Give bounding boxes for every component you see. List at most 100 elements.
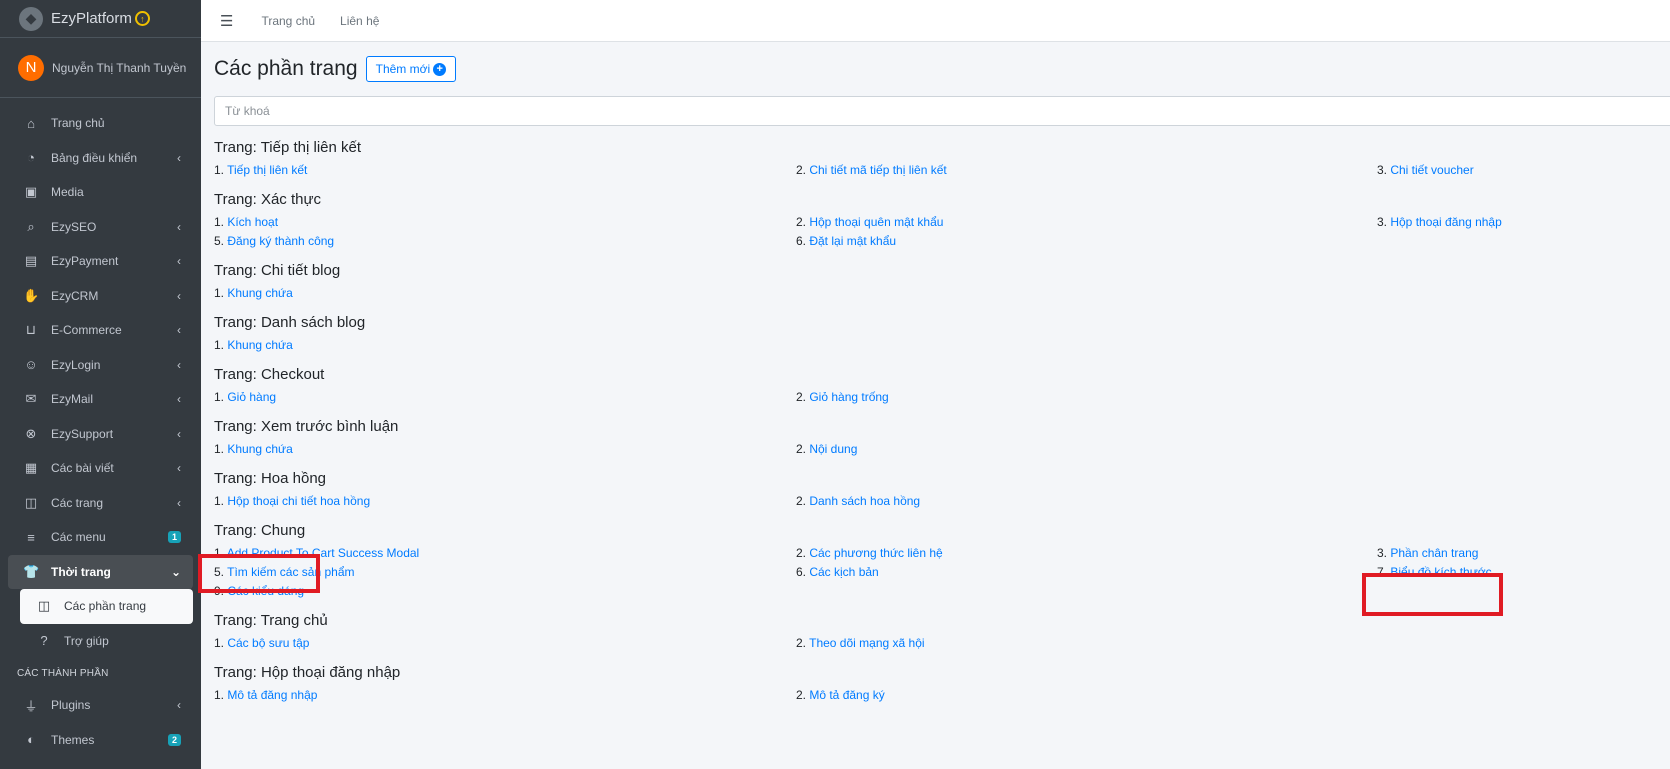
page-fragment-link[interactable]: Add Product To Cart Success Modal <box>227 546 420 560</box>
brand-logo-icon: ◆ <box>19 6 43 31</box>
sidebar-item-ezysupport[interactable]: ⊗ EzySupport ‹ <box>8 417 193 452</box>
page-fragment-link[interactable]: Hộp thoại đăng nhập <box>1390 215 1501 229</box>
list-item: 3. Hộp thoại đăng nhập <box>1377 213 1670 232</box>
page-fragment-link[interactable]: Khung chứa <box>227 338 292 352</box>
sidebar-item-ezycrm[interactable]: ✋ EzyCRM ‹ <box>8 279 193 314</box>
list-item: 5. Tìm kiếm các sản phẩm <box>214 563 796 582</box>
list-item: 2. Hộp thoại quên mật khẩu <box>796 213 1377 232</box>
page-fragment-link[interactable]: Các phương thức liên hệ <box>809 546 942 560</box>
page-fragment-link[interactable]: Nội dung <box>809 442 857 456</box>
list-item: 1. Giỏ hàng <box>214 388 796 407</box>
sidebar-item-e-commerce[interactable]: ⊔ E-Commerce ‹ <box>8 313 193 348</box>
sidebar-item-label: Themes <box>51 732 95 747</box>
sidebar-item-tro-giup[interactable]: ? Trợ giúp <box>20 624 193 659</box>
page-fragment-link[interactable]: Hộp thoại chi tiết hoa hồng <box>227 494 370 508</box>
sidebar: ◆ EzyPlatform ↑ N Nguyễn Thị Thanh Tuyền… <box>0 0 201 769</box>
item-number: 1. <box>214 688 228 702</box>
page-header: Các phần trang Thêm mới + <box>214 42 1670 96</box>
section-items: 1. Các bộ sưu tập 2. Theo dõi mạng xã hội <box>214 634 1670 653</box>
page-fragment-link[interactable]: Theo dõi mạng xã hội <box>809 636 924 650</box>
page-fragment-link[interactable]: Kích hoạt <box>227 215 278 229</box>
sidebar-item-cac-bai-viet[interactable]: ▦ Các bài viết ‹ <box>8 451 193 486</box>
item-number: 1. <box>214 442 228 456</box>
list-item: 2. Các phương thức liên hệ <box>796 544 1377 563</box>
chevron-left-icon: ‹ <box>177 698 181 713</box>
page-fragment-link[interactable]: Chi tiết mã tiếp thị liên kết <box>809 163 946 177</box>
page-fragment-link[interactable]: Tìm kiếm các sản phẩm <box>227 565 354 579</box>
palette-icon: ◐ <box>27 732 35 748</box>
keyword-search-input[interactable] <box>214 96 1670 126</box>
list-item: 2. Mô tả đăng ký <box>796 686 1377 705</box>
sidebar-item-cac-trang[interactable]: ◫ Các trang ‹ <box>8 486 193 521</box>
page-fragment-link[interactable]: Các bộ sưu tập <box>227 636 309 650</box>
sidebar-item-trang-chu[interactable]: ⌂ Trang chủ <box>8 106 193 141</box>
user-lock-icon: ☺ <box>24 357 38 373</box>
sidebar-item-label: EzyCRM <box>51 288 99 303</box>
list-item: 1. Khung chứa <box>214 284 796 303</box>
sidebar-item-label: EzySEO <box>51 219 97 234</box>
page-fragment-link[interactable]: Đăng ký thành công <box>227 234 334 248</box>
sidebar-item-label: EzySupport <box>51 426 114 441</box>
image-icon: ▣ <box>24 184 38 200</box>
sidebar-item-ezypayment[interactable]: ▤ EzyPayment ‹ <box>8 244 193 279</box>
sidebar-item-thoi-trang[interactable]: 👕 Thời trang ⌄ <box>8 554 193 589</box>
page-fragment-link[interactable]: Khung chứa <box>227 442 292 456</box>
chevron-left-icon: ‹ <box>177 392 181 407</box>
page-fragment-link[interactable]: Giỏ hàng <box>227 390 276 404</box>
sidebar-item-ezymail[interactable]: ✉ EzyMail ‹ <box>8 382 193 417</box>
page-fragment-link[interactable]: Mô tả đăng nhập <box>227 688 317 702</box>
newspaper-icon: ▦ <box>24 460 38 476</box>
item-number: 2. <box>796 215 810 229</box>
add-new-button[interactable]: Thêm mới + <box>365 56 457 82</box>
section-items: 1. Mô tả đăng nhập 2. Mô tả đăng ký <box>214 686 1670 705</box>
sidebar-item-ezyseo[interactable]: ⌕ EzySEO ‹ <box>8 210 193 245</box>
list-item: 1. Add Product To Cart Success Modal <box>214 544 796 563</box>
count-badge: 2 <box>167 733 181 746</box>
sidebar-item-themes[interactable]: ◐ Themes 2 <box>8 723 193 758</box>
page-fragment-link[interactable]: Khung chứa <box>227 286 292 300</box>
search-icon: ⌕ <box>27 218 35 234</box>
section-title: Trang: Danh sách blog <box>214 314 366 331</box>
page-fragment-link[interactable]: Tiếp thị liên kết <box>227 163 307 177</box>
chevron-left-icon: ‹ <box>177 495 181 510</box>
section-items: 1. Khung chứa <box>214 336 1670 355</box>
section-items: 1. Khung chứa 2. Nội dung <box>214 440 1670 459</box>
columns-icon: ◫ <box>37 598 51 614</box>
brand-name: EzyPlatform <box>51 10 132 27</box>
hamburger-menu-icon[interactable]: ☰ <box>220 12 233 30</box>
sidebar-item-cac-menu[interactable]: ≡ Các menu 1 <box>8 520 193 555</box>
top-link-contact[interactable]: Liên hệ <box>340 14 379 28</box>
sidebar-item-label: Media <box>51 185 84 200</box>
page-fragment-link[interactable]: Mô tả đăng ký <box>809 688 884 702</box>
section-title: Trang: Hộp thoại đăng nhập <box>214 664 401 681</box>
add-new-label: Thêm mới <box>375 62 431 76</box>
section-title: Trang: Trang chủ <box>214 612 328 629</box>
sidebar-item-media[interactable]: ▣ Media <box>8 175 193 210</box>
page-fragment-link[interactable]: Biểu đồ kích thước <box>1390 565 1491 579</box>
page-fragment-link[interactable]: Chi tiết voucher <box>1390 163 1473 177</box>
sidebar-item-plugins[interactable]: ⏚ Plugins ‹ <box>8 688 193 723</box>
bars-icon: ≡ <box>27 529 35 545</box>
item-number: 6. <box>796 234 810 248</box>
sidebar-item-ezylogin[interactable]: ☺ EzyLogin ‹ <box>8 348 193 383</box>
sidebar-item-label: Các phần trang <box>64 599 147 614</box>
sidebar-item-bang-dieu-khien[interactable]: ◔ Bảng điều khiển ‹ <box>8 141 193 176</box>
item-number: 2. <box>796 390 810 404</box>
chevron-left-icon: ‹ <box>177 323 181 338</box>
page-fragment-link[interactable]: Danh sách hoa hồng <box>809 494 920 508</box>
page-fragment-link[interactable]: Các kiểu dáng <box>227 584 304 598</box>
brand[interactable]: ◆ EzyPlatform ↑ <box>0 0 201 38</box>
user-panel[interactable]: N Nguyễn Thị Thanh Tuyền <box>0 38 201 98</box>
top-link-home[interactable]: Trang chủ <box>261 14 315 28</box>
page-fragment-link[interactable]: Giỏ hàng trống <box>809 390 888 404</box>
section-items: 1. Kích hoạt 2. Hộp thoại quên mật khẩu 3.… <box>214 213 1670 251</box>
sidebar-item-label: EzyPayment <box>51 254 119 269</box>
page-fragment-link[interactable]: Hộp thoại quên mật khẩu <box>809 215 943 229</box>
page-fragment-link[interactable]: Các kịch bản <box>809 565 878 579</box>
item-number: 5. <box>214 234 228 248</box>
page-fragment-link[interactable]: Đặt lại mật khẩu <box>809 234 896 248</box>
envelope-icon: ✉ <box>25 391 37 407</box>
section-title: Trang: Checkout <box>214 366 325 383</box>
sidebar-item-cac-phan-trang[interactable]: ◫ Các phần trang <box>20 589 193 624</box>
page-fragment-link[interactable]: Phần chân trang <box>1390 546 1478 560</box>
